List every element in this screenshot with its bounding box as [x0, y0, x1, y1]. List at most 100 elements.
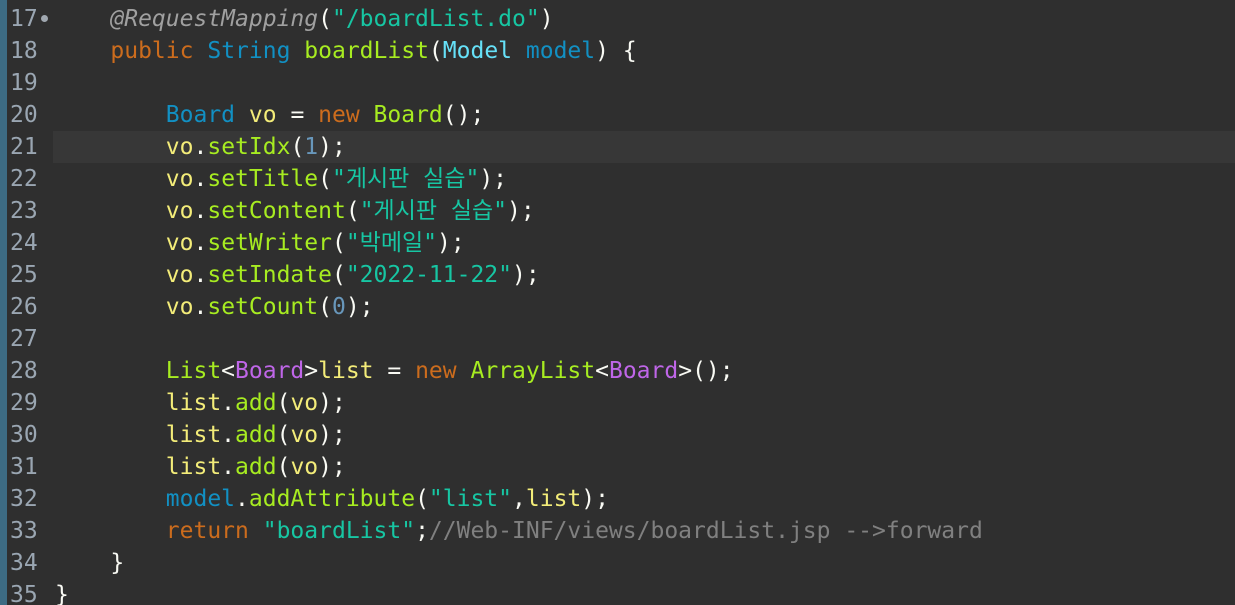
code-line[interactable]: 33 return "boardList";//Web-INF/views/bo…: [0, 515, 1235, 547]
code-token: vo: [165, 166, 194, 192]
code-token: vo: [165, 230, 194, 256]
code-text[interactable]: list.add(vo);: [55, 451, 346, 483]
code-token: Board: [373, 102, 443, 128]
code-line[interactable]: 22 vo.setTitle("게시판 실습");: [0, 163, 1235, 195]
code-line[interactable]: 29 list.add(vo);: [0, 387, 1235, 419]
code-token: );: [512, 262, 540, 288]
line-number: 17: [10, 6, 38, 32]
code-line[interactable]: 28 List<Board>list = new ArrayList<Board…: [0, 355, 1235, 387]
line-number: 35: [10, 582, 38, 605]
code-token: "박메일": [345, 230, 438, 256]
code-text[interactable]: model.addAttribute("list",list);: [55, 483, 609, 515]
code-token: boardList: [304, 38, 429, 64]
code-token: .: [193, 198, 208, 224]
code-token: (: [318, 294, 332, 320]
code-line[interactable]: 25 vo.setIndate("2022-11-22");: [0, 259, 1235, 291]
code-token: "게시판 실습": [359, 198, 508, 224]
code-token: (: [318, 166, 332, 192]
code-token: "list": [428, 486, 513, 512]
code-token: new: [415, 358, 457, 384]
code-token: =: [276, 102, 319, 128]
code-token: "boardList": [262, 518, 416, 544]
code-text[interactable]: @RequestMapping("/boardList.do"): [55, 3, 554, 35]
code-line[interactable]: 31 list.add(vo);: [0, 451, 1235, 483]
line-number: 23: [10, 198, 38, 224]
code-token: vo: [290, 422, 319, 448]
code-token: setIndate: [207, 262, 332, 288]
code-text[interactable]: }: [55, 579, 69, 605]
code-text[interactable]: vo.setIdx(1);: [55, 131, 346, 163]
code-line[interactable]: 35}: [0, 579, 1235, 605]
code-token: );: [581, 486, 609, 512]
code-token: list: [318, 358, 374, 384]
code-line[interactable]: 21 vo.setIdx(1);: [0, 131, 1235, 163]
code-token: (: [345, 198, 360, 224]
code-token: "게시판 실습": [331, 166, 480, 192]
code-text[interactable]: vo.setWriter("박메일");: [55, 227, 465, 259]
line-number: 33: [10, 518, 38, 544]
code-token: (: [331, 262, 346, 288]
code-line[interactable]: 23 vo.setContent("게시판 실습");: [0, 195, 1235, 227]
code-token: .: [193, 262, 208, 288]
code-token: setWriter: [207, 230, 332, 256]
code-line[interactable]: 30 list.add(vo);: [0, 419, 1235, 451]
code-token: );: [318, 390, 346, 416]
code-token: add: [235, 390, 277, 416]
code-token: 1: [304, 134, 319, 160]
code-text[interactable]: Board vo = new Board();: [55, 99, 485, 131]
code-text[interactable]: list.add(vo);: [55, 387, 346, 419]
line-number: 31: [10, 454, 38, 480]
code-text[interactable]: return "boardList";//Web-INF/views/board…: [55, 515, 983, 547]
line-number: 30: [10, 422, 38, 448]
code-editor[interactable]: 17 @RequestMapping("/boardList.do") 18 pu…: [0, 0, 1235, 605]
code-token: (: [276, 390, 291, 416]
code-text[interactable]: list.add(vo);: [55, 419, 346, 451]
code-text[interactable]: public String boardList(Model model) {: [55, 35, 637, 67]
line-number: 27: [10, 326, 38, 352]
code-text[interactable]: vo.setTitle("게시판 실습");: [55, 163, 507, 195]
line-number: 28: [10, 358, 38, 384]
code-line[interactable]: 34 }: [0, 547, 1235, 579]
code-line[interactable]: 24 vo.setWriter("박메일");: [0, 227, 1235, 259]
code-token: (: [318, 6, 332, 32]
code-token: (: [331, 230, 346, 256]
code-line[interactable]: 17 @RequestMapping("/boardList.do"): [0, 3, 1235, 35]
line-number: 29: [10, 390, 38, 416]
code-token: Board: [165, 102, 236, 128]
code-token: Board: [235, 358, 305, 384]
code-token: String: [207, 38, 291, 64]
code-line[interactable]: 18 public String boardList(Model model) …: [0, 35, 1235, 67]
code-text[interactable]: List<Board>list = new ArrayList<Board>()…: [55, 355, 734, 387]
code-token: .: [193, 166, 208, 192]
code-token: vo: [165, 262, 194, 288]
code-text[interactable]: vo.setCount(0);: [55, 291, 374, 323]
fold-marker-icon[interactable]: [41, 15, 48, 22]
code-token: ();: [442, 102, 485, 128]
code-line[interactable]: 32 model.addAttribute("list",list);: [0, 483, 1235, 515]
code-token: ): [539, 6, 554, 32]
code-token: add: [235, 454, 277, 480]
code-token: <: [221, 358, 236, 384]
code-line[interactable]: 20 Board vo = new Board();: [0, 99, 1235, 131]
code-line[interactable]: 19: [0, 67, 1235, 99]
code-text[interactable]: }: [55, 547, 124, 579]
code-token: >();: [678, 358, 734, 384]
code-token: setTitle: [207, 166, 319, 192]
code-token: ) {: [595, 38, 637, 64]
code-text[interactable]: vo.setIndate("2022-11-22");: [55, 259, 540, 291]
code-token: );: [437, 230, 465, 256]
code-line[interactable]: 26 vo.setCount(0);: [0, 291, 1235, 323]
code-text[interactable]: vo.setContent("게시판 실습");: [55, 195, 535, 227]
code-token: );: [318, 454, 346, 480]
code-token: (: [290, 134, 305, 160]
code-line[interactable]: 27: [0, 323, 1235, 355]
